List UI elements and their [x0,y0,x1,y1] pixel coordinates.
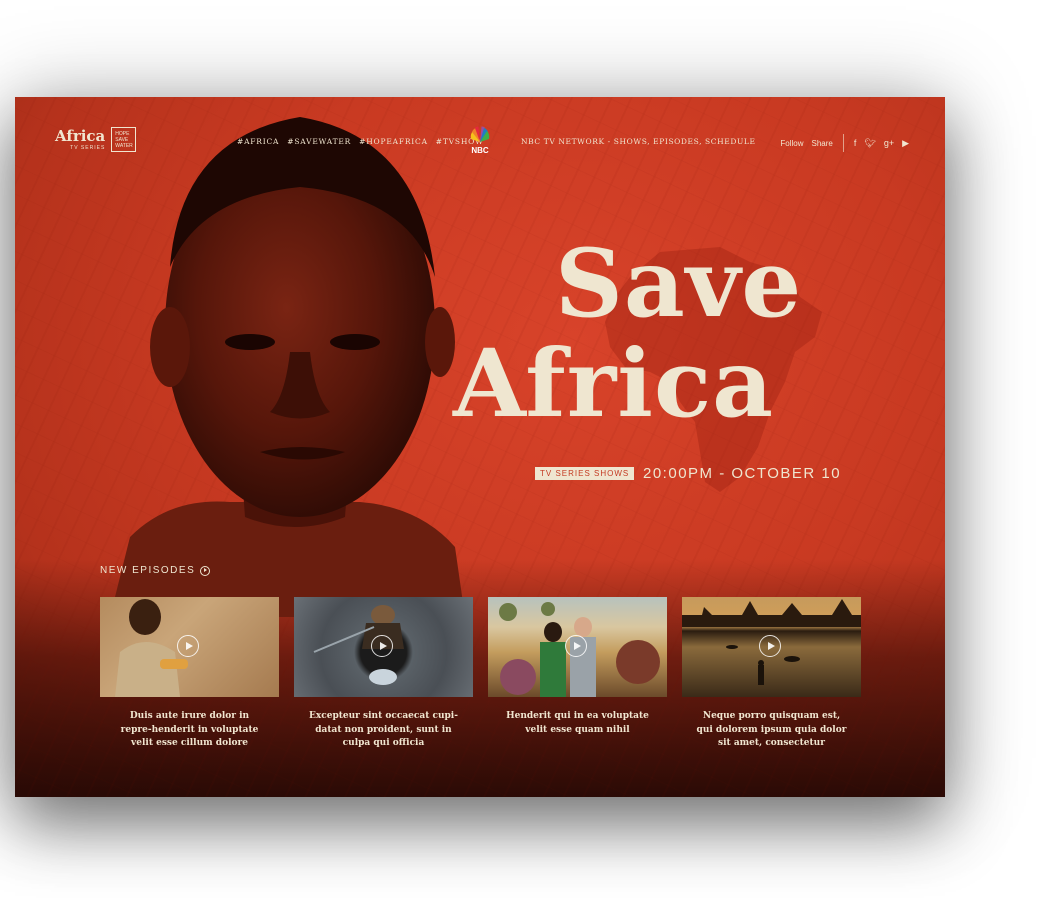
logo-badge-line: WATER [115,143,133,149]
play-button[interactable] [759,635,781,657]
new-episodes-label: NEW EPISODES [100,565,196,576]
tv-series-badge: TV SERIES SHOWS [535,467,635,480]
episode-card[interactable]: Neque porro quisquam est, qui dolorem ip… [682,597,861,751]
episode-list: Duis aute irure dolor in repre-henderit … [100,597,861,751]
hero-title-line1: Save [555,229,803,339]
youtube-icon[interactable]: ▶ [902,138,909,149]
play-button[interactable] [177,635,199,657]
follow-link[interactable]: Follow [780,139,803,148]
episode-thumbnail[interactable] [100,597,279,697]
hashtag-link-savewater[interactable]: #SAVEWATER [287,137,351,146]
network-link[interactable]: NBC TV NETWORK - SHOWS, EPISODES, SCHEDU… [521,137,756,146]
play-button[interactable] [565,635,587,657]
episode-card[interactable]: Henderit qui in ea voluptate velit esse … [488,597,667,751]
episode-thumbnail[interactable] [294,597,473,697]
hashtag-nav: #AFRICA #SAVEWATER #HOPEAFRICA #TVSHOW [237,137,484,146]
play-button[interactable] [371,635,393,657]
share-link[interactable]: Share [812,139,833,148]
new-episodes-heading[interactable]: NEW EPISODES [100,565,211,576]
episode-card[interactable]: Duis aute irure dolor in repre-henderit … [100,597,279,751]
logo-badge: HOPE SAVE WATER [111,127,137,152]
google-plus-icon[interactable]: g+ [884,138,894,148]
hero-canvas: Africa TV SERIES HOPE SAVE WATER #AFRICA… [15,97,945,797]
site-logo[interactable]: Africa TV SERIES HOPE SAVE WATER [55,126,137,152]
episode-caption: Henderit qui in ea voluptate velit esse … [506,711,649,735]
episode-caption: Duis aute irure dolor in repre-henderit … [120,711,259,748]
hero-title-line2: Africa [453,329,775,439]
episode-card[interactable]: Excepteur sint occaecat cupi-datat non p… [294,597,473,751]
hashtag-link-hopeafrica[interactable]: #HOPEAFRICA [359,137,428,146]
facebook-icon[interactable]: f [854,138,857,148]
twitter-icon[interactable]: 🐦︎ [864,138,875,149]
episode-caption: Neque porro quisquam est, qui dolorem ip… [696,711,847,748]
nbc-peacock-logo[interactable]: NBC [465,125,495,155]
hashtag-link-africa[interactable]: #AFRICA [237,137,279,146]
nbc-logo-text: NBC [471,146,489,155]
episode-thumbnail[interactable] [682,597,861,697]
play-circle-icon [200,565,211,576]
logo-subtitle: TV SERIES [70,144,106,151]
logo-title: Africa [55,126,106,145]
episode-caption: Excepteur sint occaecat cupi-datat non p… [309,711,458,748]
site-header: Africa TV SERIES HOPE SAVE WATER #AFRICA… [15,97,945,187]
header-actions: Follow Share f 🐦︎ g+ ▶ [780,134,909,152]
episode-thumbnail[interactable] [488,597,667,697]
airtime-text: 20:00PM - OCTOBER 10 [643,465,842,482]
header-divider [842,134,844,152]
